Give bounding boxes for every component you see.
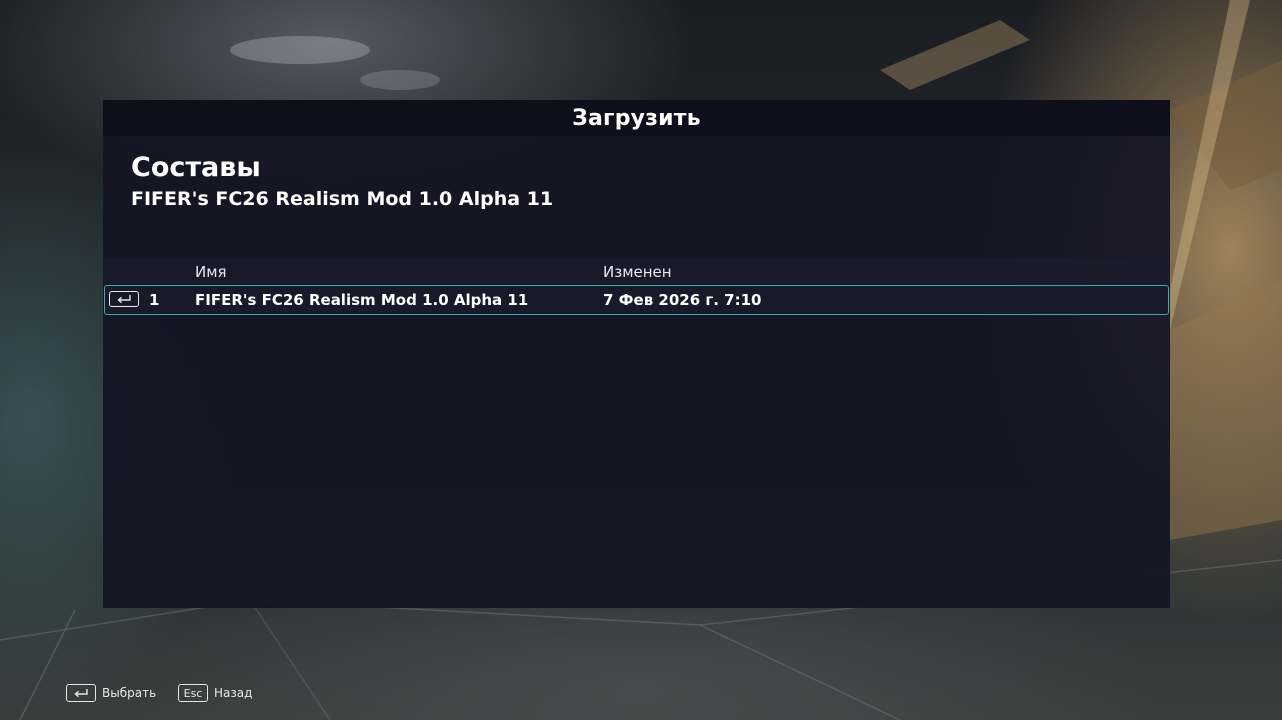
back-hint[interactable]: Esc Назад	[178, 684, 252, 702]
dialog-title: Загрузить	[572, 105, 701, 131]
section-subtitle: FIFER's FC26 Realism Mod 1.0 Alpha 11	[131, 188, 554, 210]
section-title: Составы	[131, 152, 261, 183]
load-dialog: Загрузить Составы FIFER's FC26 Realism M…	[103, 100, 1170, 608]
column-header-name[interactable]: Имя	[195, 263, 227, 281]
enter-key-icon	[66, 684, 96, 702]
row-name: FIFER's FC26 Realism Mod 1.0 Alpha 11	[195, 291, 529, 309]
back-hint-label: Назад	[214, 686, 253, 700]
table-header: Имя Изменен	[103, 258, 1170, 285]
game-screen: Загрузить Составы FIFER's FC26 Realism M…	[0, 0, 1282, 720]
column-header-modified[interactable]: Изменен	[603, 263, 672, 281]
row-index: 1	[149, 291, 160, 309]
dialog-titlebar: Загрузить	[103, 100, 1170, 136]
enter-key-icon	[109, 291, 139, 307]
row-modified-date: 7 Фев 2026 г. 7:10	[603, 291, 762, 309]
esc-key: Esc	[178, 684, 208, 702]
select-hint[interactable]: Выбрать	[66, 684, 156, 702]
table-row-selected[interactable]: 1 FIFER's FC26 Realism Mod 1.0 Alpha 11 …	[104, 285, 1169, 315]
select-hint-label: Выбрать	[102, 686, 157, 700]
